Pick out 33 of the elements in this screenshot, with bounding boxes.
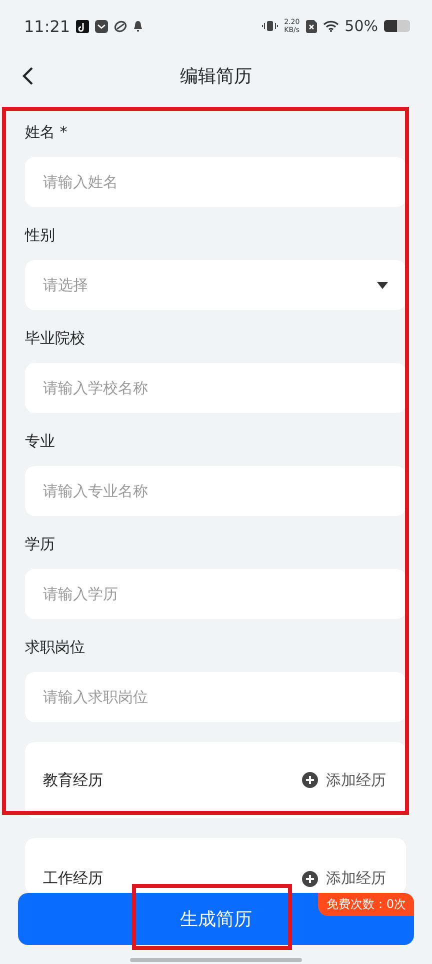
input-field[interactable]: 请输入专业名称 bbox=[25, 466, 406, 516]
input-field[interactable]: 请输入学历 bbox=[25, 569, 406, 619]
section-title: 工作经历 bbox=[43, 869, 104, 888]
plus-icon bbox=[302, 772, 318, 788]
section-title: 教育经历 bbox=[43, 770, 104, 790]
add-experience-button[interactable]: 添加经历 bbox=[302, 770, 386, 790]
input-field[interactable]: 请输入求职岗位 bbox=[25, 672, 406, 722]
wifi-icon bbox=[322, 20, 339, 32]
field-label: 姓名 * bbox=[25, 122, 68, 142]
bell-icon bbox=[133, 20, 144, 32]
status-time: 11:21 bbox=[24, 16, 70, 36]
back-icon[interactable] bbox=[22, 66, 34, 86]
app-icon bbox=[114, 20, 128, 32]
sim-icon bbox=[306, 20, 317, 32]
generate-resume-button[interactable]: 生成简历 免费次数：0次 bbox=[18, 893, 414, 945]
field-label: 毕业院校 bbox=[25, 328, 86, 348]
free-count-badge: 免费次数：0次 bbox=[318, 893, 414, 916]
field-label: 求职岗位 bbox=[25, 636, 86, 658]
field-label: 专业 bbox=[25, 430, 56, 452]
field-label: 学历 bbox=[25, 534, 56, 554]
battery-percentage: 50% bbox=[344, 17, 378, 35]
dropdown-icon bbox=[377, 282, 388, 288]
plus-icon bbox=[302, 870, 318, 886]
field-label: 性别 bbox=[25, 224, 56, 246]
app-icon bbox=[76, 20, 90, 32]
page-title: 编辑简历 bbox=[180, 65, 252, 88]
input-field[interactable]: 请输入姓名 bbox=[25, 157, 406, 207]
battery-icon bbox=[384, 20, 410, 32]
input-field[interactable]: 请输入学校名称 bbox=[25, 363, 406, 413]
add-experience-button[interactable]: 添加经历 bbox=[302, 869, 386, 888]
mail-icon bbox=[95, 20, 108, 32]
select-field[interactable]: 请选择 bbox=[25, 260, 406, 310]
vibrate-icon bbox=[262, 20, 278, 32]
